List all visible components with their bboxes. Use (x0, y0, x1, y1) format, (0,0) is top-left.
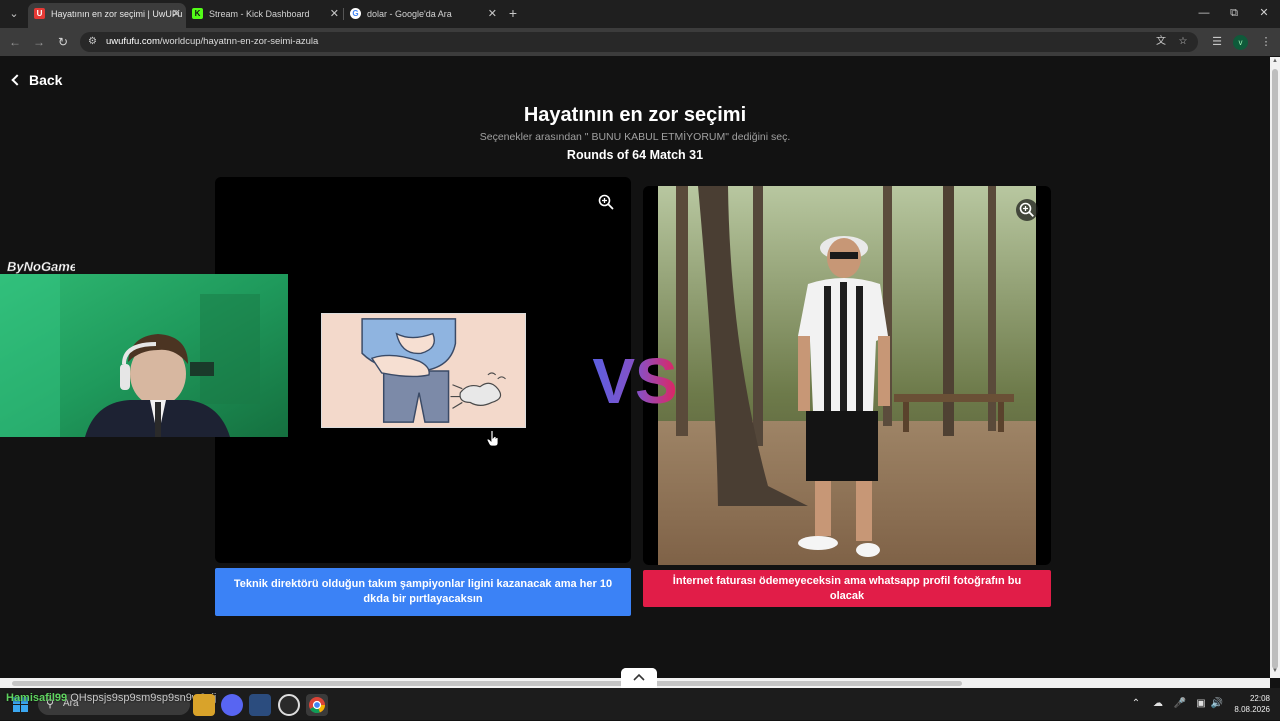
chat-username: Hamisafil99 (6, 692, 68, 704)
close-tab-icon[interactable]: ✕ (488, 3, 497, 25)
url-text[interactable]: uwufufu.com/worldcup/hayatnn-en-zor-seim… (106, 32, 318, 52)
scroll-to-top-button[interactable] (621, 668, 657, 688)
kick-favicon-icon: K (192, 8, 203, 19)
restore-icon[interactable]: ⧉ (1219, 4, 1249, 22)
stream-chat-overlay: Hamisafil99 OHspsjs9sp9sm9sp9sn9w9sjj (6, 692, 216, 704)
clock-date: 8.08.2026 (1234, 705, 1270, 714)
page-title: Hayatının en zor seçimi (523, 104, 747, 126)
left-choice-button[interactable]: Teknik direktörü olduğun takım şampiyonl… (215, 568, 631, 616)
microphone-icon[interactable]: 🎤 (1173, 697, 1187, 711)
close-window-icon[interactable]: ✕ (1249, 4, 1279, 22)
hand-cursor-icon (487, 430, 499, 447)
network-icon[interactable]: ▣ (1194, 697, 1208, 711)
page-subtitle: Seçenekler arasından " BUNU KABUL ETMİYO… (479, 131, 791, 143)
stomach-ache-illustration (321, 313, 526, 428)
uwufufu-favicon-icon: U (34, 8, 45, 19)
scrollbar-thumb[interactable] (1272, 69, 1278, 669)
address-bar[interactable]: ⚙ uwufufu.com/worldcup/hayatnn-en-zor-se… (80, 32, 1198, 52)
back-button[interactable]: Back (11, 70, 63, 90)
tab-strip: ⌄ U Hayatının en zor seçimi | UwUFu ✕ K … (0, 0, 1280, 28)
scrollbar-thumb[interactable] (12, 681, 962, 686)
webcam-overlay (0, 274, 288, 437)
browser-toolbar: ← → ↻ ⚙ uwufufu.com/worldcup/hayatnn-en-… (0, 28, 1280, 56)
translate-icon[interactable]: 文 (1154, 35, 1168, 49)
tray-chevron-up-icon[interactable]: ⌃ (1129, 697, 1143, 711)
zoom-in-icon[interactable] (1016, 199, 1038, 221)
clock-time: 22:08 (1249, 694, 1270, 703)
chrome-taskbar-button[interactable] (306, 694, 328, 716)
minimize-icon[interactable]: — (1189, 4, 1219, 22)
back-arrow-icon[interactable]: ← (6, 33, 24, 51)
back-label: Back (29, 72, 63, 88)
vs-label: VS (592, 345, 677, 415)
tab-kick-dashboard[interactable]: K Stream - Kick Dashboard ✕ (186, 3, 344, 28)
file-explorer-icon[interactable] (193, 694, 215, 716)
close-tab-icon[interactable]: ✕ (172, 3, 181, 25)
scroll-up-arrow-icon[interactable]: ▲ (1271, 58, 1279, 64)
tab-title: Stream - Kick Dashboard (209, 9, 310, 19)
streamer-brand-logo: ByNoGames (7, 259, 75, 274)
chrome-icon (309, 697, 325, 714)
svg-text:ByNoGames: ByNoGames (7, 259, 75, 274)
more-menu-icon[interactable]: ⋮ (1257, 33, 1275, 51)
taskbar-clock[interactable]: 22:08 8.08.2026 (1228, 693, 1270, 715)
cloud-icon[interactable]: ☁ (1151, 697, 1165, 711)
tab-uwufufu[interactable]: U Hayatının en zor seçimi | UwUFu ✕ (28, 3, 186, 28)
profile-avatar[interactable]: v (1233, 35, 1248, 50)
tab-google-search[interactable]: G dolar - Google'da Ara ✕ (344, 3, 502, 28)
new-tab-button[interactable]: + (505, 4, 521, 22)
forward-arrow-icon[interactable]: → (30, 33, 48, 51)
google-favicon-icon: G (350, 8, 361, 19)
obs-icon[interactable] (278, 694, 300, 716)
app-icon[interactable] (249, 694, 271, 716)
close-tab-icon[interactable]: ✕ (330, 3, 339, 25)
round-info: Rounds of 64 Match 31 (566, 148, 704, 162)
tab-title: dolar - Google'da Ara (367, 9, 452, 19)
media-queue-icon[interactable]: ☰ (1208, 33, 1226, 51)
tab-search-chevron-icon[interactable]: ⌄ (4, 4, 24, 24)
chevron-left-icon (11, 74, 23, 86)
discord-icon[interactable] (221, 694, 243, 716)
vertical-scrollbar[interactable]: ▲ ▼ (1270, 57, 1280, 678)
reload-icon[interactable]: ↻ (54, 33, 72, 51)
forest-man-photo (658, 186, 1036, 565)
site-settings-icon[interactable]: ⚙ (88, 36, 100, 48)
vs-badge: VS (592, 345, 677, 415)
zoom-in-icon[interactable] (597, 193, 615, 211)
right-choice-button[interactable]: İnternet faturası ödemeyeceksin ama what… (643, 570, 1051, 607)
volume-icon[interactable]: 🔊 (1210, 697, 1224, 711)
scroll-down-arrow-icon[interactable]: ▼ (1271, 668, 1279, 674)
tab-title: Hayatının en zor seçimi | UwUFu (51, 9, 183, 19)
bookmark-star-icon[interactable]: ☆ (1176, 35, 1190, 49)
